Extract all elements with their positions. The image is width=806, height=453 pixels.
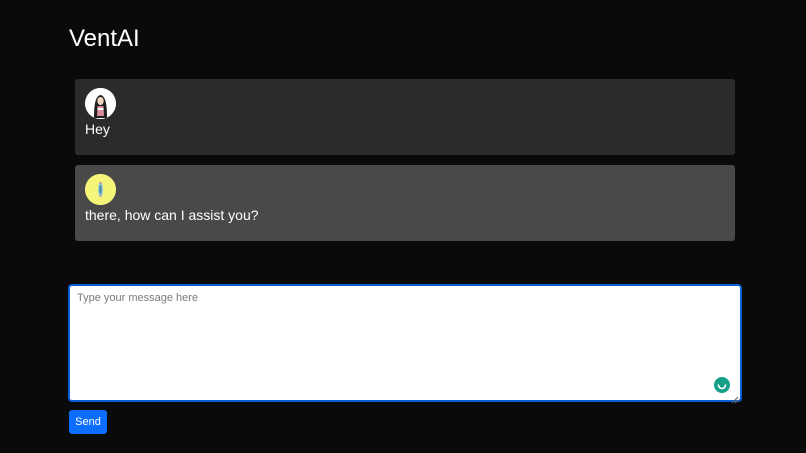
- message-composer: [68, 284, 742, 404]
- bot-avatar-icon: [85, 174, 116, 205]
- chat-message-assistant: there, how can I assist you?: [75, 165, 735, 241]
- message-input[interactable]: [70, 286, 740, 400]
- message-text: there, how can I assist you?: [85, 207, 259, 223]
- send-button[interactable]: Send: [69, 410, 107, 434]
- message-text: Hey: [85, 121, 110, 137]
- chat-message-user: Hey: [75, 79, 735, 155]
- grammar-assistant-icon[interactable]: [714, 377, 730, 393]
- resize-handle-icon[interactable]: [731, 391, 739, 404]
- user-avatar-icon: [85, 88, 116, 119]
- app-title: VentAI: [69, 25, 140, 52]
